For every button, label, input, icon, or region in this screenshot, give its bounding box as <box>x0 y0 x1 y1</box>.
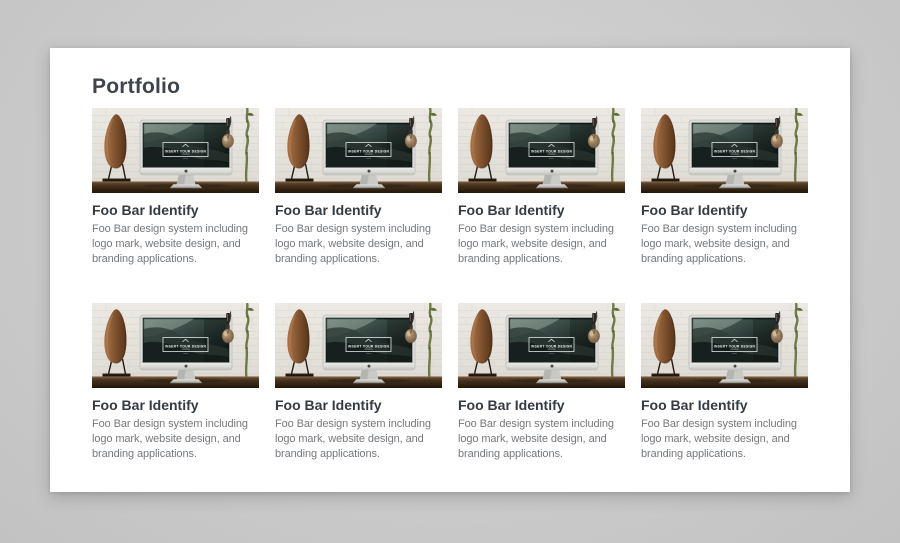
page-background: Portfolio Foo Bar Identify Foo Bar desig… <box>0 0 900 543</box>
portfolio-item: Foo Bar Identify Foo Bar design system i… <box>275 303 442 462</box>
portfolio-item: Foo Bar Identify Foo Bar design system i… <box>641 303 808 462</box>
portfolio-item-title: Foo Bar Identify <box>458 397 625 414</box>
portfolio-thumbnail-image[interactable] <box>275 303 442 388</box>
portfolio-item: Foo Bar Identify Foo Bar design system i… <box>275 108 442 267</box>
portfolio-item-description: Foo Bar design system including logo mar… <box>92 222 259 267</box>
portfolio-item: Foo Bar Identify Foo Bar design system i… <box>458 303 625 462</box>
portfolio-item-title: Foo Bar Identify <box>641 202 808 219</box>
portfolio-thumbnail-image[interactable] <box>641 303 808 388</box>
portfolio-item-description: Foo Bar design system including logo mar… <box>275 222 442 267</box>
portfolio-thumbnail-image[interactable] <box>458 108 625 193</box>
content-card: Portfolio Foo Bar Identify Foo Bar desig… <box>50 48 850 492</box>
portfolio-grid: Foo Bar Identify Foo Bar design system i… <box>92 108 808 462</box>
portfolio-item-description: Foo Bar design system including logo mar… <box>275 417 442 462</box>
portfolio-item-description: Foo Bar design system including logo mar… <box>641 417 808 462</box>
portfolio-thumbnail-image[interactable] <box>641 108 808 193</box>
portfolio-item: Foo Bar Identify Foo Bar design system i… <box>92 108 259 267</box>
portfolio-item-description: Foo Bar design system including logo mar… <box>92 417 259 462</box>
portfolio-item-title: Foo Bar Identify <box>641 397 808 414</box>
portfolio-thumbnail-image[interactable] <box>92 303 259 388</box>
portfolio-item: Foo Bar Identify Foo Bar design system i… <box>92 303 259 462</box>
portfolio-item-title: Foo Bar Identify <box>92 397 259 414</box>
portfolio-item-description: Foo Bar design system including logo mar… <box>641 222 808 267</box>
portfolio-item-description: Foo Bar design system including logo mar… <box>458 417 625 462</box>
portfolio-item-description: Foo Bar design system including logo mar… <box>458 222 625 267</box>
portfolio-item-title: Foo Bar Identify <box>92 202 259 219</box>
portfolio-item-title: Foo Bar Identify <box>458 202 625 219</box>
portfolio-item-title: Foo Bar Identify <box>275 397 442 414</box>
page-title: Portfolio <box>92 74 808 100</box>
portfolio-thumbnail-image[interactable] <box>92 108 259 193</box>
portfolio-item-title: Foo Bar Identify <box>275 202 442 219</box>
portfolio-item: Foo Bar Identify Foo Bar design system i… <box>641 108 808 267</box>
portfolio-thumbnail-image[interactable] <box>275 108 442 193</box>
portfolio-thumbnail-image[interactable] <box>458 303 625 388</box>
portfolio-item: Foo Bar Identify Foo Bar design system i… <box>458 108 625 267</box>
